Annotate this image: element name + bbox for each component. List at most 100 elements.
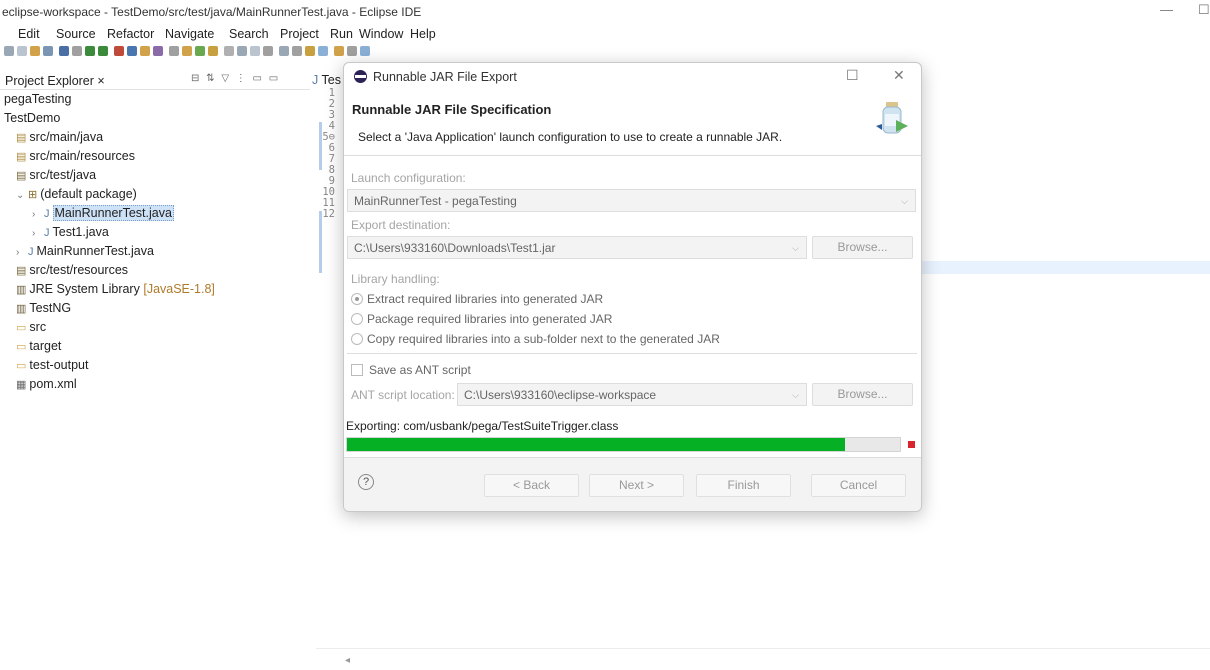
maximize-icon[interactable]: ☐ — [846, 67, 859, 84]
tree-item-mainrunnertest-selected[interactable]: › J MainRunnerTest.java — [32, 205, 174, 225]
tree-item-src[interactable]: ▭ src — [16, 320, 46, 339]
export-destination-select[interactable]: C:\Users\933160\Downloads\Test1.jar ⌵ — [347, 236, 807, 259]
dialog-title-bar: Runnable JAR File Export ☐ ✕ — [344, 63, 921, 90]
tree-item-pegatesting[interactable]: pegaTesting — [4, 92, 71, 111]
tree-item-label: (default package) — [40, 187, 137, 201]
toolbar-tool-icon[interactable] — [237, 46, 247, 56]
tree-item-label: MainRunnerTest.java — [52, 205, 174, 221]
save-ant-checkbox[interactable]: Save as ANT script — [351, 363, 471, 377]
toolbar-tool-icon[interactable] — [85, 46, 95, 56]
browse-ant-button[interactable]: Browse... — [812, 383, 913, 406]
tree-item-testng[interactable]: ▥ TestNG — [16, 301, 71, 320]
toolbar-tool-icon[interactable] — [140, 46, 150, 56]
chevron-right-icon[interactable]: › — [16, 247, 28, 258]
explorer-toolbar-icons[interactable]: ⊟ ⇅ ▽ ⋮ ▭ ▭ — [191, 73, 280, 84]
toolbar-tool-icon[interactable] — [305, 46, 315, 56]
toolbar-tool-icon[interactable] — [30, 46, 40, 56]
menu-window[interactable]: Window — [359, 27, 403, 41]
explorer-tab[interactable]: Project Explorer × ⊟ ⇅ ▽ ⋮ ▭ ▭ — [0, 70, 310, 90]
line-number: 12 — [322, 208, 335, 220]
ant-location-select[interactable]: C:\Users\933160\eclipse-workspace ⌵ — [457, 383, 807, 406]
toolbar-tool-icon[interactable] — [318, 46, 328, 56]
menu-refactor[interactable]: Refactor — [107, 27, 154, 41]
menu-edit[interactable]: Edit — [18, 27, 40, 41]
menu-navigate[interactable]: Navigate — [165, 27, 214, 41]
tree-item-test-output[interactable]: ▭ test-output — [16, 358, 88, 377]
main-toolbar — [0, 43, 1210, 61]
toolbar-tool-icon[interactable] — [208, 46, 218, 56]
tree-item-src-test-resources[interactable]: ▤ src/test/resources — [16, 263, 128, 282]
tree-item-src-main-java[interactable]: ▤ src/main/java — [16, 130, 103, 149]
tree-item-src-main-resources[interactable]: ▤ src/main/resources — [16, 149, 135, 168]
toolbar-tool-icon[interactable] — [360, 46, 370, 56]
tree-item-pom-xml[interactable]: ▦ pom.xml — [16, 377, 77, 396]
menu-source[interactable]: Source — [56, 27, 96, 41]
scroll-left-icon[interactable]: ◂ — [345, 655, 350, 666]
tree-item-default-package[interactable]: ⌄ ⊞ (default package) — [16, 187, 137, 206]
close-icon[interactable]: ✕ — [893, 67, 905, 84]
radio-extract-libraries[interactable]: Extract required libraries into generate… — [351, 292, 603, 306]
menu-help[interactable]: Help — [410, 27, 436, 41]
toolbar-tool-icon[interactable] — [72, 46, 82, 56]
folder-icon: ▭ — [16, 322, 27, 334]
horizontal-scrollbar[interactable] — [316, 648, 1210, 649]
chevron-right-icon[interactable]: › — [32, 228, 44, 239]
toolbar-tool-icon[interactable] — [98, 46, 108, 56]
help-icon[interactable]: ? — [358, 474, 374, 490]
toolbar-tool-icon[interactable] — [127, 46, 137, 56]
toolbar-tool-icon[interactable] — [59, 46, 69, 56]
progress-fill — [347, 438, 845, 451]
toolbar-tool-icon[interactable] — [43, 46, 53, 56]
cancel-button[interactable]: Cancel — [811, 474, 906, 497]
stop-icon[interactable] — [908, 441, 915, 448]
tree-item-testdemo[interactable]: TestDemo — [4, 111, 60, 130]
tree-item-jre-library[interactable]: ▥ JRE System Library [JavaSE-1.8] — [16, 282, 215, 301]
tree-item-label: src — [29, 320, 47, 334]
next-button[interactable]: Next > — [589, 474, 684, 497]
tree-item-label: TestNG — [29, 301, 72, 315]
menu-run[interactable]: Run — [330, 27, 353, 41]
radio-icon — [351, 333, 363, 345]
toolbar-tool-icon[interactable] — [182, 46, 192, 56]
toolbar-tool-icon[interactable] — [279, 46, 289, 56]
menu-project[interactable]: Project — [280, 27, 319, 41]
current-line-highlight — [920, 261, 1210, 274]
tree-item-test1[interactable]: › J Test1.java — [32, 225, 109, 244]
menu-search[interactable]: Search — [229, 27, 269, 41]
menu-bar: Edit Source Refactor Navigate Search Pro… — [0, 24, 1210, 43]
finish-button[interactable]: Finish — [696, 474, 791, 497]
toolbar-tool-icon[interactable] — [347, 46, 357, 56]
launch-config-select[interactable]: MainRunnerTest - pegaTesting ⌵ — [347, 189, 916, 212]
tree-item-target[interactable]: ▭ target — [16, 339, 61, 358]
xml-file-icon: ▦ — [16, 379, 27, 391]
toolbar-tool-icon[interactable] — [114, 46, 124, 56]
jar-export-icon — [876, 102, 908, 134]
tree-item-mainrunnertest[interactable]: › J MainRunnerTest.java — [16, 244, 154, 263]
toolbar-tool-icon[interactable] — [334, 46, 344, 56]
chevron-right-icon[interactable]: › — [32, 209, 44, 220]
browse-destination-button[interactable]: Browse... — [812, 236, 913, 259]
radio-label: Extract required libraries into generate… — [367, 292, 604, 306]
toolbar-tool-icon[interactable] — [250, 46, 260, 56]
toolbar-tool-icon[interactable] — [169, 46, 179, 56]
source-folder-icon: ▤ — [16, 170, 27, 182]
toolbar-tool-icon[interactable] — [17, 46, 27, 56]
ant-location-label: ANT script location: — [351, 388, 455, 402]
toolbar-tool-icon[interactable] — [263, 46, 273, 56]
chevron-down-icon[interactable]: ⌄ — [16, 190, 28, 201]
back-button[interactable]: < Back — [484, 474, 579, 497]
editor-tab[interactable]: J Tes — [312, 73, 341, 87]
toolbar-tool-icon[interactable] — [224, 46, 234, 56]
restore-icon[interactable]: ☐ — [1198, 2, 1210, 18]
toolbar-tool-icon[interactable] — [153, 46, 163, 56]
tree-item-src-test-java[interactable]: ▤ src/test/java — [16, 168, 96, 187]
minimize-icon[interactable]: — — [1160, 2, 1173, 17]
dialog-header: Runnable JAR File Specification Select a… — [344, 90, 921, 156]
toolbar-tool-icon[interactable] — [4, 46, 14, 56]
toolbar-tool-icon[interactable] — [195, 46, 205, 56]
dialog-description: Select a 'Java Application' launch confi… — [358, 130, 783, 144]
chevron-down-icon: ⌵ — [901, 196, 908, 206]
radio-copy-libraries[interactable]: Copy required libraries into a sub-folde… — [351, 332, 720, 346]
toolbar-tool-icon[interactable] — [292, 46, 302, 56]
radio-package-libraries[interactable]: Package required libraries into generate… — [351, 312, 612, 326]
